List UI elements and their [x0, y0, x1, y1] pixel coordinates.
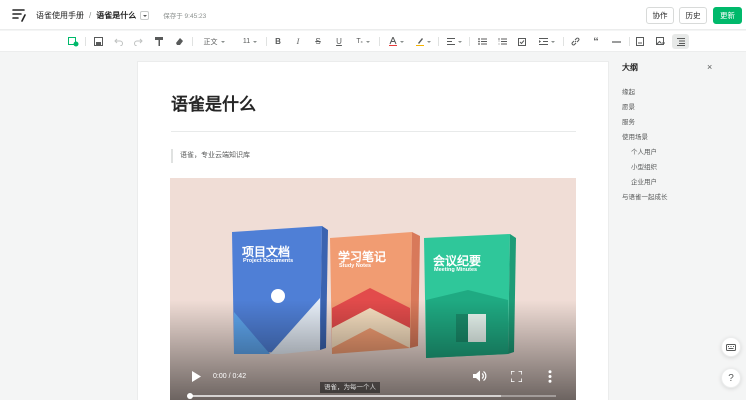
chevron-down-icon [220, 40, 225, 43]
undo-icon[interactable] [112, 34, 124, 49]
outline-item[interactable]: 缘起 [622, 86, 635, 96]
toolbar-divider [85, 37, 86, 46]
italic-icon[interactable]: I [292, 34, 304, 49]
divider-icon[interactable] [610, 34, 622, 49]
toolbar-divider [192, 37, 193, 46]
help-button[interactable]: ? [721, 368, 741, 388]
font-color-icon[interactable] [385, 34, 407, 49]
toolbar-divider [438, 37, 439, 46]
quote-icon[interactable]: “ [590, 34, 602, 49]
history-button[interactable]: 历史 [679, 7, 707, 24]
chevron-down-icon [457, 40, 462, 43]
align-icon[interactable] [444, 34, 464, 49]
menu-logo-icon[interactable] [12, 8, 26, 22]
editor-toolbar: 正文 11 B I S U Tx “ [0, 31, 746, 52]
fullscreen-icon[interactable] [511, 371, 522, 382]
book-subtitle-project: Project Documents [243, 258, 294, 264]
breadcrumb-separator: / [89, 10, 92, 20]
toolbar-divider [266, 37, 267, 46]
help-icon: ? [728, 372, 734, 384]
underline-icon[interactable]: U [333, 34, 345, 49]
outline-item[interactable]: 与语雀一起成长 [622, 191, 668, 201]
format-painter-icon[interactable] [153, 34, 165, 49]
breadcrumb-doc-title[interactable]: 语雀是什么 [96, 10, 136, 21]
paragraph-style-label: 正文 [203, 38, 218, 46]
toolbar-divider [563, 37, 564, 46]
title-divider [171, 131, 576, 132]
font-size-select[interactable]: 11 [238, 34, 262, 49]
video-progress-bar[interactable] [187, 393, 556, 399]
doc-dropdown-icon[interactable] [140, 10, 150, 20]
breadcrumb: 语雀使用手册 / 语雀是什么 保存于 9:45:23 [36, 0, 206, 30]
image-icon[interactable] [654, 34, 666, 49]
keyboard-shortcuts-button[interactable] [721, 337, 741, 357]
insert-icon[interactable] [67, 34, 79, 49]
outline-toggle-icon[interactable] [672, 34, 689, 49]
outline-subitem[interactable]: 企业用户 [631, 176, 657, 186]
save-status: 保存于 9:45:23 [163, 13, 207, 20]
font-size-label: 11 [242, 38, 251, 45]
video-buffered [190, 395, 502, 397]
paragraph-style-select[interactable]: 正文 [200, 34, 228, 49]
play-icon[interactable] [192, 371, 201, 382]
video-time: 0:00 / 0:42 [213, 373, 247, 380]
ordered-list-icon[interactable] [496, 34, 508, 49]
blockquote[interactable]: 语雀，专业云端知识库 [171, 149, 250, 163]
volume-icon[interactable] [473, 370, 487, 382]
chevron-down-icon [426, 40, 431, 43]
task-list-icon[interactable] [516, 34, 528, 49]
more-options-icon[interactable] [548, 370, 552, 383]
outline-panel: 大纲 × 缘起 愿景 服务 使用场景 个人用户 小型组织 企业用户 与语雀一起成… [612, 52, 722, 222]
book-subtitle-notes: Study Notes [339, 263, 372, 269]
outline-subitem[interactable]: 小型组织 [631, 161, 657, 171]
indent-icon[interactable] [536, 34, 558, 49]
video-scrubber-handle[interactable] [187, 393, 193, 399]
chevron-down-icon [365, 40, 370, 43]
chevron-down-icon [399, 40, 404, 43]
bullet-list-icon[interactable] [476, 34, 488, 49]
close-icon[interactable]: × [707, 62, 712, 72]
video-caption: 语雀，为每一个人 [320, 382, 380, 393]
eraser-icon[interactable] [173, 34, 185, 49]
outline-item[interactable]: 愿景 [622, 101, 635, 111]
redo-icon[interactable] [132, 34, 144, 49]
strikethrough-icon[interactable]: S [312, 34, 324, 49]
toolbar-divider [379, 37, 380, 46]
outline-subitem[interactable]: 个人用户 [631, 146, 657, 156]
update-button[interactable]: 更新 [713, 7, 742, 24]
save-icon[interactable] [92, 34, 104, 49]
toolbar-divider [629, 37, 630, 46]
link-icon[interactable] [569, 34, 581, 49]
screenshot-icon[interactable] [634, 34, 646, 49]
bold-icon[interactable]: B [272, 34, 284, 49]
keyboard-icon [726, 343, 736, 351]
book-subtitle-minutes: Meeting Minutes [434, 267, 478, 273]
outline-title: 大纲 [622, 63, 638, 72]
highlight-icon[interactable] [412, 34, 434, 49]
toolbar-divider [469, 37, 470, 46]
chevron-down-icon [253, 40, 258, 43]
chevron-down-icon [551, 40, 555, 43]
collaborate-button[interactable]: 协作 [646, 7, 674, 24]
intro-video[interactable]: 项目文档 Project Documents 学习笔记 Study Notes … [170, 178, 576, 400]
outline-item[interactable]: 使用场景 [622, 131, 648, 141]
outline-item[interactable]: 服务 [622, 116, 635, 126]
document-title[interactable]: 语雀是什么 [171, 90, 256, 115]
breadcrumb-book-link[interactable]: 语雀使用手册 [36, 10, 84, 21]
more-format-icon[interactable]: Tx [352, 34, 374, 49]
top-header: 语雀使用手册 / 语雀是什么 保存于 9:45:23 协作 历史 更新 [0, 0, 746, 30]
